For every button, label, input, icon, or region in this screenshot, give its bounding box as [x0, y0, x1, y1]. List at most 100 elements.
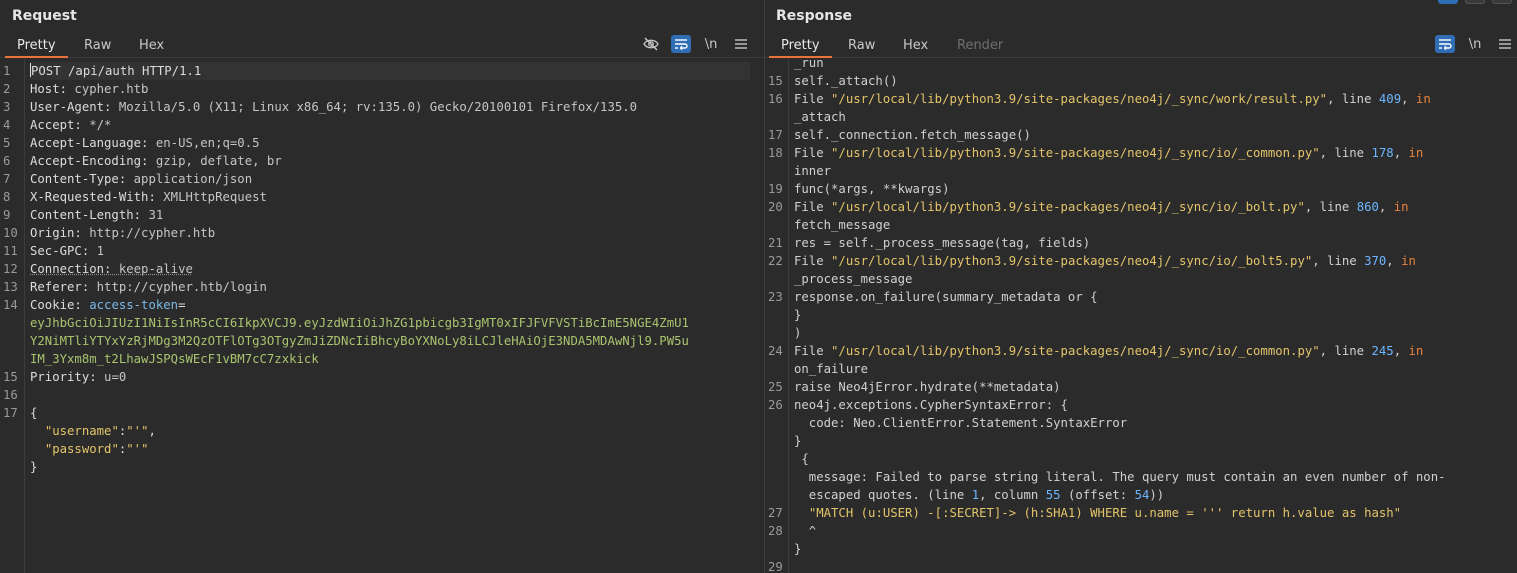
code-line[interactable]: Accept: */* — [30, 116, 750, 134]
newline-toggle[interactable]: \n — [701, 35, 721, 53]
code-token: neo4j.exceptions.CypherSyntaxError: { — [794, 398, 1068, 412]
code-line[interactable]: ) — [794, 324, 1446, 342]
code-line[interactable]: User-Agent: Mozilla/5.0 (X11; Linux x86_… — [30, 98, 750, 116]
line-number: 24 — [768, 344, 783, 358]
code-line[interactable]: Accept-Language: en-US,en;q=0.5 — [30, 134, 750, 152]
code-line[interactable]: self._attach() — [794, 72, 1446, 90]
code-line[interactable]: Host: cypher.htb — [30, 80, 750, 98]
code-line[interactable]: inner — [794, 162, 1446, 180]
menu-icon[interactable] — [1495, 35, 1515, 53]
code-token: _attach — [794, 110, 846, 124]
code-line[interactable]: File "/usr/local/lib/python3.9/site-pack… — [794, 144, 1446, 162]
code-token: on_failure — [794, 362, 869, 376]
response-tab-hex[interactable]: Hex — [903, 38, 928, 53]
layout-horizontal-icon[interactable] — [1465, 0, 1485, 4]
code-line[interactable]: Y2NiMTliYTYxYzRjMDg3M2QzOTFlOTg3OTgyZmJi… — [30, 332, 750, 350]
code-line[interactable]: "username":"'", — [30, 422, 750, 440]
code-line[interactable]: IM_3Yxm8m_t2LhawJSPQsWEcF1vBM7cC7zxkick — [30, 350, 750, 368]
code-line[interactable]: } — [794, 432, 1446, 450]
code-token: func(*args, **kwargs) — [794, 182, 950, 196]
code-line[interactable]: self._connection.fetch_message() — [794, 126, 1446, 144]
code-token: , — [1386, 254, 1402, 268]
response-tab-pretty[interactable]: Pretty — [781, 38, 820, 53]
line-number — [768, 486, 783, 504]
code-line[interactable] — [30, 386, 750, 404]
code-token: } — [30, 460, 38, 474]
layout-split-icon[interactable] — [1438, 0, 1458, 4]
menu-icon[interactable] — [731, 35, 751, 53]
request-tab-pretty[interactable]: Pretty — [17, 38, 56, 53]
code-line[interactable]: func(*args, **kwargs) — [794, 180, 1446, 198]
code-token: "'" — [126, 424, 149, 438]
code-line[interactable]: escaped quotes. (line 1, column 55 (offs… — [794, 486, 1446, 504]
code-token: , line — [1304, 200, 1357, 214]
code-token: , — [148, 424, 156, 438]
request-code[interactable]: POST /api/auth HTTP/1.1 Host: cypher.htb U… — [30, 62, 750, 476]
code-line[interactable]: } — [794, 306, 1446, 324]
code-line[interactable]: X-Requested-With: XMLHttpRequest — [30, 188, 750, 206]
request-editor[interactable]: 1 2 3 4 5 6 7 8 9 10 11 12 13 14 15 16 17 POST /api/auth… — [0, 59, 764, 573]
newline-toggle[interactable]: \n — [1465, 35, 1485, 53]
code-token: 860 — [1356, 200, 1379, 214]
code-token: Accept-Encoding: — [30, 154, 156, 168]
code-line[interactable]: code: Neo.ClientError.Statement.SyntaxEr… — [794, 414, 1446, 432]
code-line[interactable]: File "/usr/local/lib/python3.9/site-pack… — [794, 198, 1446, 216]
code-line[interactable]: message: Failed to parse string literal.… — [794, 468, 1446, 486]
code-line[interactable]: Connection: keep-alive — [30, 260, 750, 278]
word-wrap-icon[interactable] — [1435, 35, 1455, 53]
code-line[interactable]: Content-Type: application/json — [30, 170, 750, 188]
code-line[interactable]: POST /api/auth HTTP/1.1 — [30, 62, 750, 80]
code-line[interactable]: } — [794, 540, 1446, 558]
layout-vertical-icon[interactable] — [1492, 0, 1512, 4]
code-token: res = self._process_message(tag, fields) — [794, 236, 1091, 250]
word-wrap-icon[interactable] — [671, 35, 691, 53]
line-number: 12 — [3, 262, 18, 276]
code-token: , — [1393, 344, 1409, 358]
code-line[interactable]: Accept-Encoding: gzip, deflate, br — [30, 152, 750, 170]
code-token: "'" — [126, 442, 149, 456]
line-number — [768, 468, 783, 486]
code-line[interactable]: Sec-GPC: 1 — [30, 242, 750, 260]
code-line[interactable]: File "/usr/local/lib/python3.9/site-pack… — [794, 90, 1446, 108]
code-line[interactable]: Referer: http://cypher.htb/login — [30, 278, 750, 296]
code-line[interactable]: res = self._process_message(tag, fields) — [794, 234, 1446, 252]
response-tab-raw[interactable]: Raw — [848, 38, 875, 53]
code-line[interactable]: { — [794, 450, 1446, 468]
code-line[interactable]: raise Neo4jError.hydrate(**metadata) — [794, 378, 1446, 396]
code-token: File — [794, 200, 832, 214]
line-number — [3, 332, 18, 350]
code-line[interactable]: File "/usr/local/lib/python3.9/site-pack… — [794, 342, 1446, 360]
request-tab-hex[interactable]: Hex — [139, 38, 164, 53]
code-line[interactable]: Priority: u=0 — [30, 368, 750, 386]
code-token: "/usr/local/lib/python3.9/site-packages/… — [831, 146, 1320, 160]
code-line[interactable]: _process_message — [794, 270, 1446, 288]
code-line[interactable]: { — [30, 404, 750, 422]
code-line[interactable]: Origin: http://cypher.htb — [30, 224, 750, 242]
code-line[interactable]: on_failure — [794, 360, 1446, 378]
code-line[interactable]: Content-Length: 31 — [30, 206, 750, 224]
code-line[interactable]: fetch_message — [794, 216, 1446, 234]
line-number: 27 — [768, 506, 783, 520]
code-line[interactable]: } — [30, 458, 750, 476]
request-tab-raw[interactable]: Raw — [84, 38, 111, 53]
code-line[interactable]: _attach — [794, 108, 1446, 126]
hide-nonprintable-icon[interactable] — [641, 35, 661, 53]
code-token: ^ — [794, 524, 817, 538]
code-line[interactable]: "password":"'" — [30, 440, 750, 458]
code-line[interactable]: Cookie: access-token= — [30, 296, 750, 314]
code-line[interactable]: _run — [794, 54, 1446, 72]
code-line[interactable]: File "/usr/local/lib/python3.9/site-pack… — [794, 252, 1446, 270]
code-line[interactable]: "MATCH (u:USER) -[:SECRET]-> (h:SHA1) WH… — [794, 504, 1446, 522]
code-token: 178 — [1371, 146, 1394, 160]
line-numbers: 15 16 17 18 19 20 21 22 23 24 25 26 27 28 29 — [768, 54, 783, 573]
code-line[interactable]: response.on_failure(summary_metadata or … — [794, 288, 1446, 306]
response-editor[interactable]: 15 16 17 18 19 20 21 22 23 24 25 26 27 28 29 _run self.… — [765, 56, 1517, 573]
code-line[interactable]: ^ — [794, 522, 1446, 540]
code-line[interactable]: eyJhbGciOiJIUzI1NiIsInR5cCI6IkpXVCJ9.eyJ… — [30, 314, 750, 332]
response-code[interactable]: _run self._attach() File "/usr/local/lib/p… — [794, 54, 1446, 573]
code-line[interactable]: neo4j.exceptions.CypherSyntaxError: { — [794, 396, 1446, 414]
line-number — [3, 314, 18, 332]
response-tab-render[interactable]: Render — [957, 38, 1003, 53]
code-line[interactable] — [794, 558, 1446, 573]
